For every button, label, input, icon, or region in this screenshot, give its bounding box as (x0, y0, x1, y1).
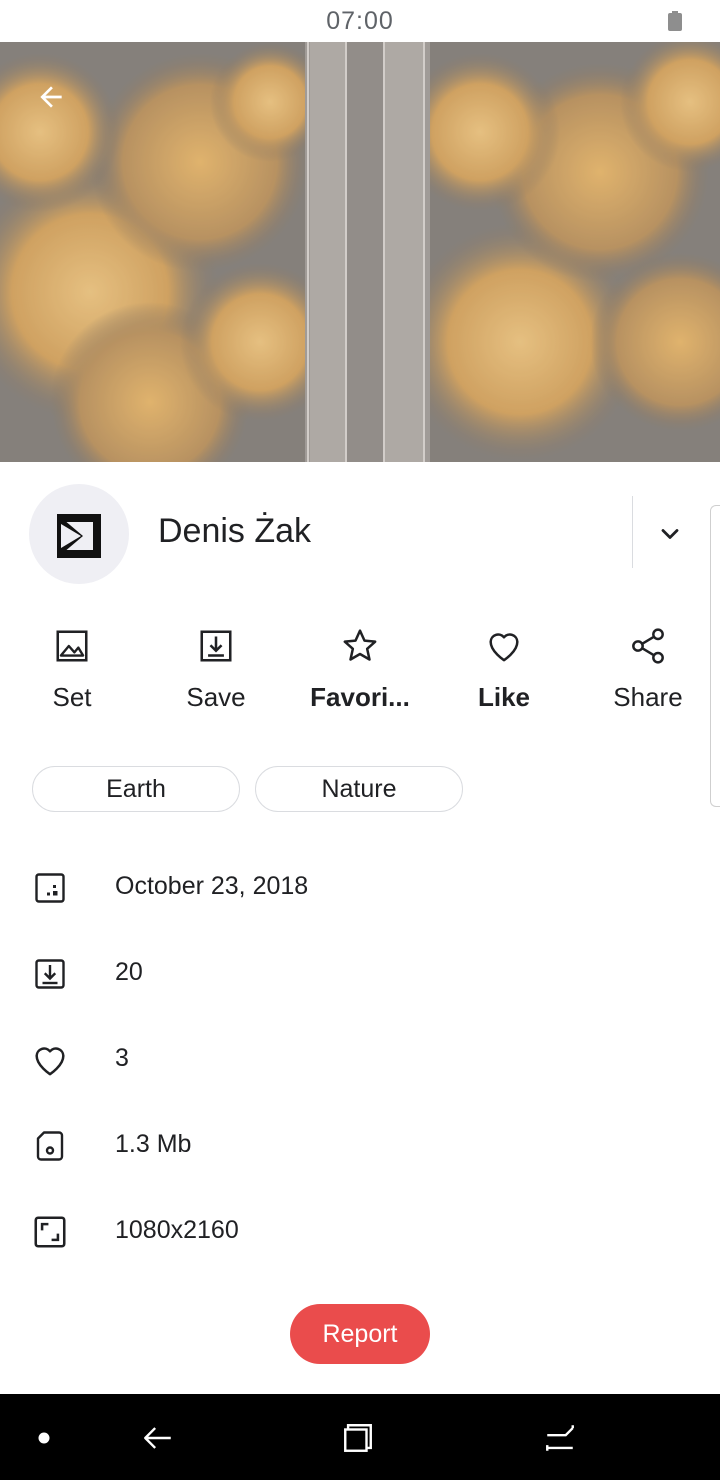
share-icon (632, 628, 664, 664)
report-button[interactable]: Report (290, 1304, 430, 1364)
set-label: Set (52, 682, 92, 712)
battery-icon (668, 11, 682, 31)
like-button[interactable]: Like (434, 622, 574, 722)
avatar[interactable] (29, 484, 129, 584)
resolution-value: 1080x2160 (115, 1216, 239, 1244)
file-size-icon (36, 1131, 64, 1161)
nav-recents-button[interactable] (536, 1414, 584, 1462)
download-icon (200, 630, 232, 662)
nav-home-button[interactable] (334, 1414, 382, 1462)
save-button[interactable]: Save (146, 622, 286, 722)
heart-icon (489, 633, 519, 662)
likes-value: 3 (115, 1044, 129, 1072)
divider (632, 496, 633, 568)
detail-date: October 23, 2018 (0, 858, 720, 918)
author-row: Denis Żak (0, 462, 720, 602)
size-value: 1.3 Mb (115, 1130, 192, 1158)
tag-chip-nature[interactable]: Nature (255, 766, 463, 812)
detail-size: 1.3 Mb (0, 1116, 720, 1176)
image-icon (56, 630, 88, 662)
downloads-value: 20 (115, 958, 143, 986)
date-icon (35, 873, 65, 903)
chevron-down-icon (661, 529, 679, 539)
back-button[interactable] (28, 74, 74, 120)
wallpaper-photo[interactable] (0, 42, 720, 462)
overview-icon (546, 1425, 574, 1451)
favorite-label: Favori... (310, 682, 410, 712)
status-time: 07:00 (326, 6, 394, 35)
nav-dot-button[interactable] (20, 1414, 68, 1462)
tag-chip-earth[interactable]: Earth (32, 766, 240, 812)
date-value: October 23, 2018 (115, 872, 309, 900)
photo-image (0, 42, 720, 462)
recents-icon (344, 1424, 372, 1452)
detail-likes: 3 (0, 1030, 720, 1090)
download-icon (35, 959, 65, 989)
like-label: Like (477, 682, 531, 712)
share-label: Share (613, 682, 683, 712)
set-button[interactable]: Set (2, 622, 142, 722)
star-icon (343, 629, 377, 661)
action-bar: Set Save Favori... Like Share (0, 622, 720, 722)
expand-button[interactable] (648, 512, 692, 556)
detail-resolution: 1080x2160 (0, 1202, 720, 1262)
favorite-button[interactable]: Favori... (290, 622, 430, 722)
dot-icon (38, 1432, 50, 1444)
save-label: Save (186, 682, 246, 712)
heart-icon (35, 1047, 65, 1076)
nav-back-button[interactable] (134, 1414, 182, 1462)
status-bar: 07:00 (0, 0, 720, 42)
arrow-left-icon (40, 86, 62, 108)
share-button[interactable]: Share (578, 622, 718, 722)
detail-downloads: 20 (0, 944, 720, 1004)
back-icon (144, 1427, 171, 1449)
author-name[interactable]: Denis Żak (158, 512, 311, 551)
resolution-icon (34, 1216, 66, 1248)
system-nav-bar (0, 1394, 720, 1480)
author-logo-icon (57, 514, 101, 558)
